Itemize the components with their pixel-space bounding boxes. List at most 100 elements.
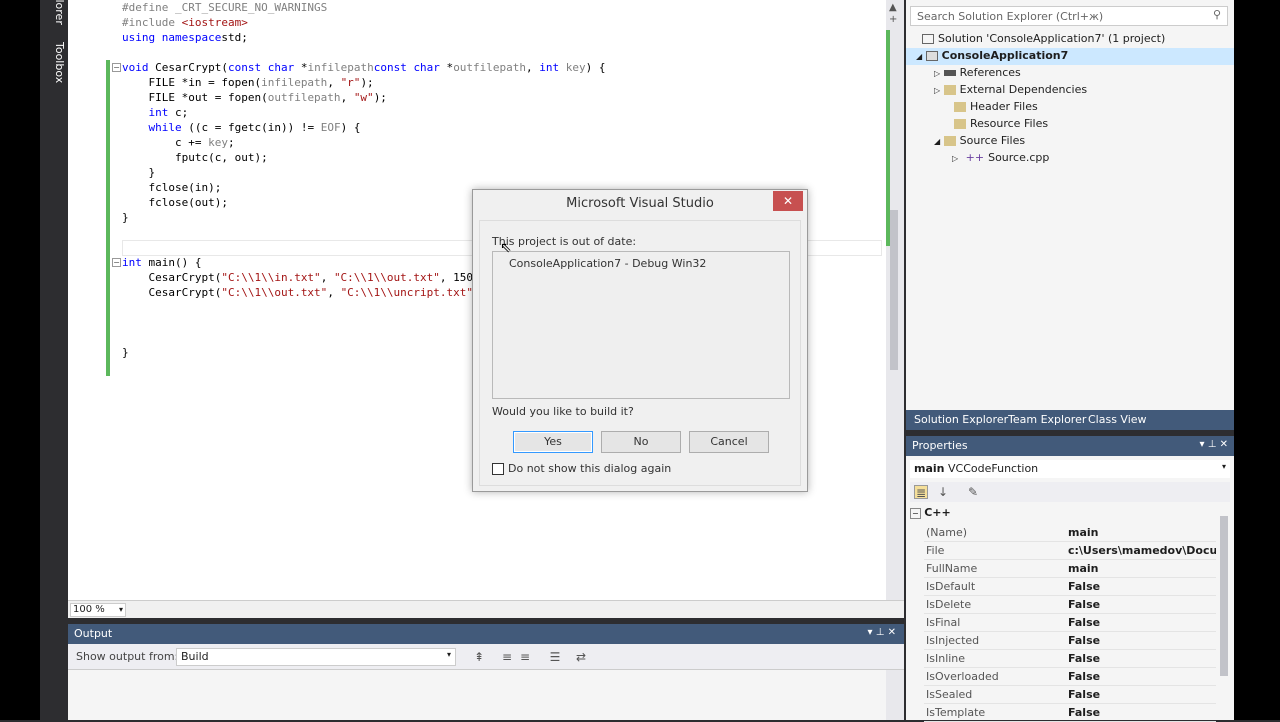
solution-explorer-tabs: Solution Explorer Team Explorer Class Vi… <box>906 410 1234 430</box>
prev-message-icon[interactable]: ≡ <box>500 650 514 664</box>
code-line[interactable]: #include <iostream> <box>122 15 606 30</box>
code-line[interactable]: using namespacestd; <box>122 30 606 45</box>
code-token: , <box>320 271 334 284</box>
code-token: std; <box>221 31 248 44</box>
properties-scrollbar[interactable] <box>1220 516 1228 676</box>
property-name: IsDefault <box>926 580 976 593</box>
property-row[interactable]: IsDefault False <box>924 578 1216 596</box>
property-row[interactable]: IsInjected False <box>924 632 1216 650</box>
code-line[interactable]: void CesarCrypt(const char *infilepathco… <box>122 60 606 75</box>
output-scrollbar[interactable] <box>886 670 904 720</box>
property-row[interactable]: FullName main <box>924 560 1216 578</box>
tab-toolbox[interactable]: Toolbox <box>42 42 66 83</box>
collapse-icon: − <box>910 508 921 519</box>
tool-window-tabs: xplorer Toolbox <box>40 0 68 720</box>
code-line[interactable]: } <box>122 165 606 180</box>
build-dialog: Microsoft Visual Studio ✕ This project i… <box>472 189 808 492</box>
property-row[interactable]: IsTemplate False <box>924 704 1216 722</box>
tree-label: Source Files <box>959 134 1026 147</box>
project-list[interactable]: ConsoleApplication7 - Debug Win32 <box>492 251 790 399</box>
no-button[interactable]: No <box>601 431 681 453</box>
tree-label: External Dependencies <box>959 83 1088 96</box>
code-token: CesarCrypt( <box>122 286 222 299</box>
code-line[interactable]: c += key; <box>122 135 606 150</box>
tree-item-header-files[interactable]: Header Files <box>954 100 1038 113</box>
property-value: c:\Users\mamedov\Docume <box>1068 544 1216 557</box>
code-line[interactable]: while ((c = fgetc(in)) != EOF) { <box>122 120 606 135</box>
code-token: "C:\\1\\out.txt" <box>333 271 440 284</box>
code-token: c += <box>122 136 209 149</box>
cancel-button[interactable]: Cancel <box>689 431 769 453</box>
property-row[interactable]: IsOverloaded False <box>924 668 1216 686</box>
dont-show-label[interactable]: Do not show this dialog again <box>508 462 671 475</box>
code-token: CesarCrypt( <box>148 61 228 74</box>
yes-button[interactable]: Yes <box>513 431 593 453</box>
property-name: File <box>926 544 945 557</box>
word-wrap-icon[interactable]: ⇄ <box>574 650 588 664</box>
tree-label: References <box>959 66 1021 79</box>
output-source-select[interactable]: Build ▾ <box>176 648 456 666</box>
property-row[interactable]: File c:\Users\mamedov\Docume <box>924 542 1216 560</box>
property-row[interactable]: IsSealed False <box>924 686 1216 704</box>
code-token: fputc(c, out); <box>122 151 268 164</box>
window-controls[interactable]: ▾ ⊥ ✕ <box>1200 439 1228 450</box>
property-row[interactable]: (Name) main <box>924 524 1216 542</box>
categorized-icon[interactable]: ≣ <box>914 485 928 500</box>
code-line[interactable]: FILE *in = fopen(infilepath, "r"); <box>122 75 606 90</box>
object-selector[interactable]: main VCCodeFunction ▾ <box>910 460 1230 478</box>
tree-solution[interactable]: Solution 'ConsoleApplication7' (1 projec… <box>922 32 1165 45</box>
tab-team-explorer[interactable]: Team Explorer <box>1008 413 1086 426</box>
close-button[interactable]: ✕ <box>773 191 803 211</box>
collapse-icon[interactable]: − <box>112 63 121 72</box>
property-name: FullName <box>926 562 978 575</box>
dont-show-checkbox[interactable] <box>492 463 504 475</box>
category-cpp[interactable]: − C++ <box>910 506 951 519</box>
find-message-icon[interactable]: ⇞ <box>472 650 486 664</box>
object-type: VCCodeFunction <box>948 462 1039 475</box>
tree-item-references[interactable]: ▷ References <box>934 66 1021 79</box>
scrollbar-thumb[interactable] <box>890 210 898 370</box>
search-input[interactable]: Search Solution Explorer (Ctrl+ж) ⚲ <box>910 6 1228 26</box>
window-controls[interactable]: ▾ ⊥ ✕ <box>868 627 896 638</box>
tree-item-external-deps[interactable]: ▷ External Dependencies <box>934 83 1087 96</box>
output-source-value: Build <box>181 650 209 663</box>
property-name: IsInline <box>926 652 966 665</box>
next-message-icon[interactable]: ≡ <box>518 650 532 664</box>
tree-label: Resource Files <box>970 117 1049 130</box>
code-line[interactable]: fputc(c, out); <box>122 150 606 165</box>
property-row[interactable]: IsDelete False <box>924 596 1216 614</box>
code-token: #include <box>122 16 182 29</box>
code-token: ((c = fgetc(in)) != <box>181 121 321 134</box>
code-token: "w" <box>353 91 374 104</box>
project-list-item[interactable]: ConsoleApplication7 - Debug Win32 <box>509 257 706 270</box>
tab-solution-explorer[interactable]: Solution Explorer <box>914 413 1008 426</box>
code-line[interactable]: #define _CRT_SECURE_NO_WARNINGS <box>122 0 606 15</box>
property-pages-icon[interactable]: ✎ <box>966 485 980 499</box>
tree-item-source-files[interactable]: ◢ Source Files <box>934 134 1025 147</box>
zoom-select[interactable]: 100 % ▾ <box>70 603 126 617</box>
property-value: False <box>1068 652 1101 665</box>
clear-all-icon[interactable]: ☰ <box>548 650 562 664</box>
tab-class-view[interactable]: Class View <box>1088 413 1147 426</box>
tree-item-resource-files[interactable]: Resource Files <box>954 117 1048 130</box>
code-line[interactable]: FILE *out = fopen(outfilepath, "w"); <box>122 90 606 105</box>
code-token: FILE *in = fopen( <box>122 76 262 89</box>
alphabetical-icon[interactable]: ↓ <box>936 485 950 499</box>
collapse-icon[interactable]: − <box>112 258 121 267</box>
code-line[interactable]: int c; <box>122 105 606 120</box>
property-value: False <box>1068 670 1101 683</box>
property-name: IsTemplate <box>926 706 986 719</box>
tree-item-source-cpp[interactable]: ▷ ++ Source.cpp <box>952 151 1049 164</box>
horizontal-bar: 100 % ▾ <box>68 600 904 618</box>
code-line[interactable] <box>122 45 606 60</box>
code-token: using namespace <box>122 31 222 44</box>
property-row[interactable]: IsInline False <box>924 650 1216 668</box>
search-icon: ⚲ <box>1212 8 1221 21</box>
tab-solution-explorer-collapsed[interactable]: xplorer <box>42 0 66 25</box>
tree-project[interactable]: ◢ ConsoleApplication7 <box>906 48 1234 65</box>
code-token: , <box>340 91 354 104</box>
code-token: const char <box>227 61 295 74</box>
split-icon[interactable]: + <box>889 14 897 25</box>
property-row[interactable]: IsFinal False <box>924 614 1216 632</box>
scroll-up-icon[interactable]: ▲ <box>889 2 897 13</box>
